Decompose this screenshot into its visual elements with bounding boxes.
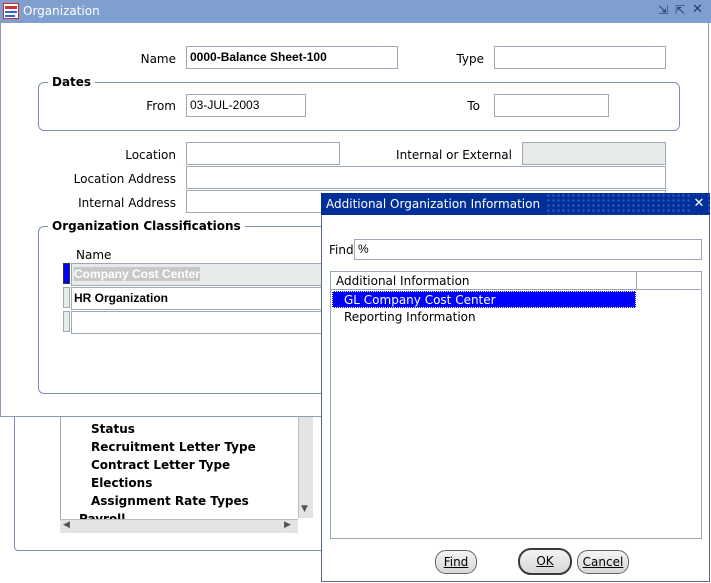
cancel-button[interactable]: Cancel: [577, 550, 629, 574]
find-label: Find: [329, 243, 354, 257]
oracle-logo-icon: [3, 3, 19, 19]
background-list: Status Recruitment Letter Type Contract …: [60, 412, 313, 520]
bg-list-item[interactable]: Contract Letter Type: [91, 458, 230, 472]
bg-vertical-scrollbar[interactable]: ▼: [298, 412, 313, 518]
find-button[interactable]: Find: [435, 550, 477, 574]
dates-legend: Dates: [48, 75, 96, 89]
find-field[interactable]: %: [354, 239, 702, 260]
dialog-close-icon[interactable]: ✕: [690, 195, 708, 213]
bg-list-item[interactable]: Recruitment Letter Type: [91, 440, 256, 454]
find-button-label: Find: [443, 555, 469, 569]
scroll-down-icon[interactable]: ▼: [301, 504, 308, 514]
ok-button-label: OK: [536, 554, 554, 568]
record-indicator[interactable]: [63, 287, 70, 308]
ok-button[interactable]: OK: [518, 548, 572, 575]
classifications-legend: Organization Classifications: [48, 219, 245, 233]
bg-list-item[interactable]: Elections: [91, 476, 152, 490]
to-date-field[interactable]: [494, 94, 609, 117]
list-item[interactable]: Reporting Information: [332, 309, 636, 326]
minimize-icon[interactable]: ⇲: [658, 3, 668, 17]
location-address-label: Location Address: [73, 172, 176, 186]
bg-list-item[interactable]: Assignment Rate Types: [91, 494, 249, 508]
additional-info-list: Additional Information GL Company Cost C…: [330, 271, 702, 539]
organization-title-bar[interactable]: Organization ⇲ ⇱ ✕: [0, 0, 711, 23]
cancel-button-label: Cancel: [582, 555, 624, 569]
list-header-label: Additional Information: [336, 274, 470, 288]
list-item-label: Reporting Information: [344, 310, 476, 324]
from-date-field[interactable]: 03-JUL-2003: [186, 94, 306, 117]
internal-external-label: Internal or External: [396, 148, 512, 162]
list-item-label: GL Company Cost Center: [344, 293, 496, 307]
window-title: Organization: [23, 4, 100, 18]
classification-name: Company Cost Center: [74, 267, 201, 281]
internal-address-label: Internal Address: [78, 196, 176, 210]
to-label: To: [467, 99, 480, 113]
list-header: Additional Information: [331, 272, 637, 290]
internal-external-field[interactable]: [522, 142, 666, 165]
close-icon[interactable]: ✕: [692, 2, 703, 17]
name-label: Name: [140, 52, 176, 66]
dialog-title-bar[interactable]: Additional Organization Information ✕: [321, 193, 710, 215]
name-field[interactable]: 0000-Balance Sheet-100: [186, 46, 398, 69]
location-address-field[interactable]: [186, 166, 666, 189]
maximize-icon[interactable]: ⇱: [675, 3, 685, 17]
scroll-left-icon[interactable]: ◀: [63, 520, 70, 530]
classification-row[interactable]: HR Organization: [71, 287, 331, 310]
classification-row[interactable]: [71, 311, 331, 334]
dialog-title: Additional Organization Information: [321, 193, 546, 215]
classification-name-header: Name: [76, 248, 112, 262]
location-label: Location: [125, 148, 176, 162]
classification-name: HR Organization: [74, 291, 169, 305]
location-field[interactable]: [186, 142, 340, 165]
record-indicator[interactable]: [63, 263, 70, 284]
list-item-selected[interactable]: GL Company Cost Center: [332, 291, 636, 308]
type-field[interactable]: [494, 46, 666, 69]
bg-horizontal-scrollbar[interactable]: ◀ ▶: [60, 519, 298, 533]
type-label: Type: [456, 52, 484, 66]
record-indicator[interactable]: [63, 311, 70, 332]
bg-list-item[interactable]: Status: [91, 422, 135, 436]
classification-row[interactable]: Company Cost Center: [71, 263, 331, 286]
from-label: From: [146, 99, 176, 113]
scroll-right-icon[interactable]: ▶: [284, 520, 291, 530]
list-header-filler: [637, 272, 701, 290]
